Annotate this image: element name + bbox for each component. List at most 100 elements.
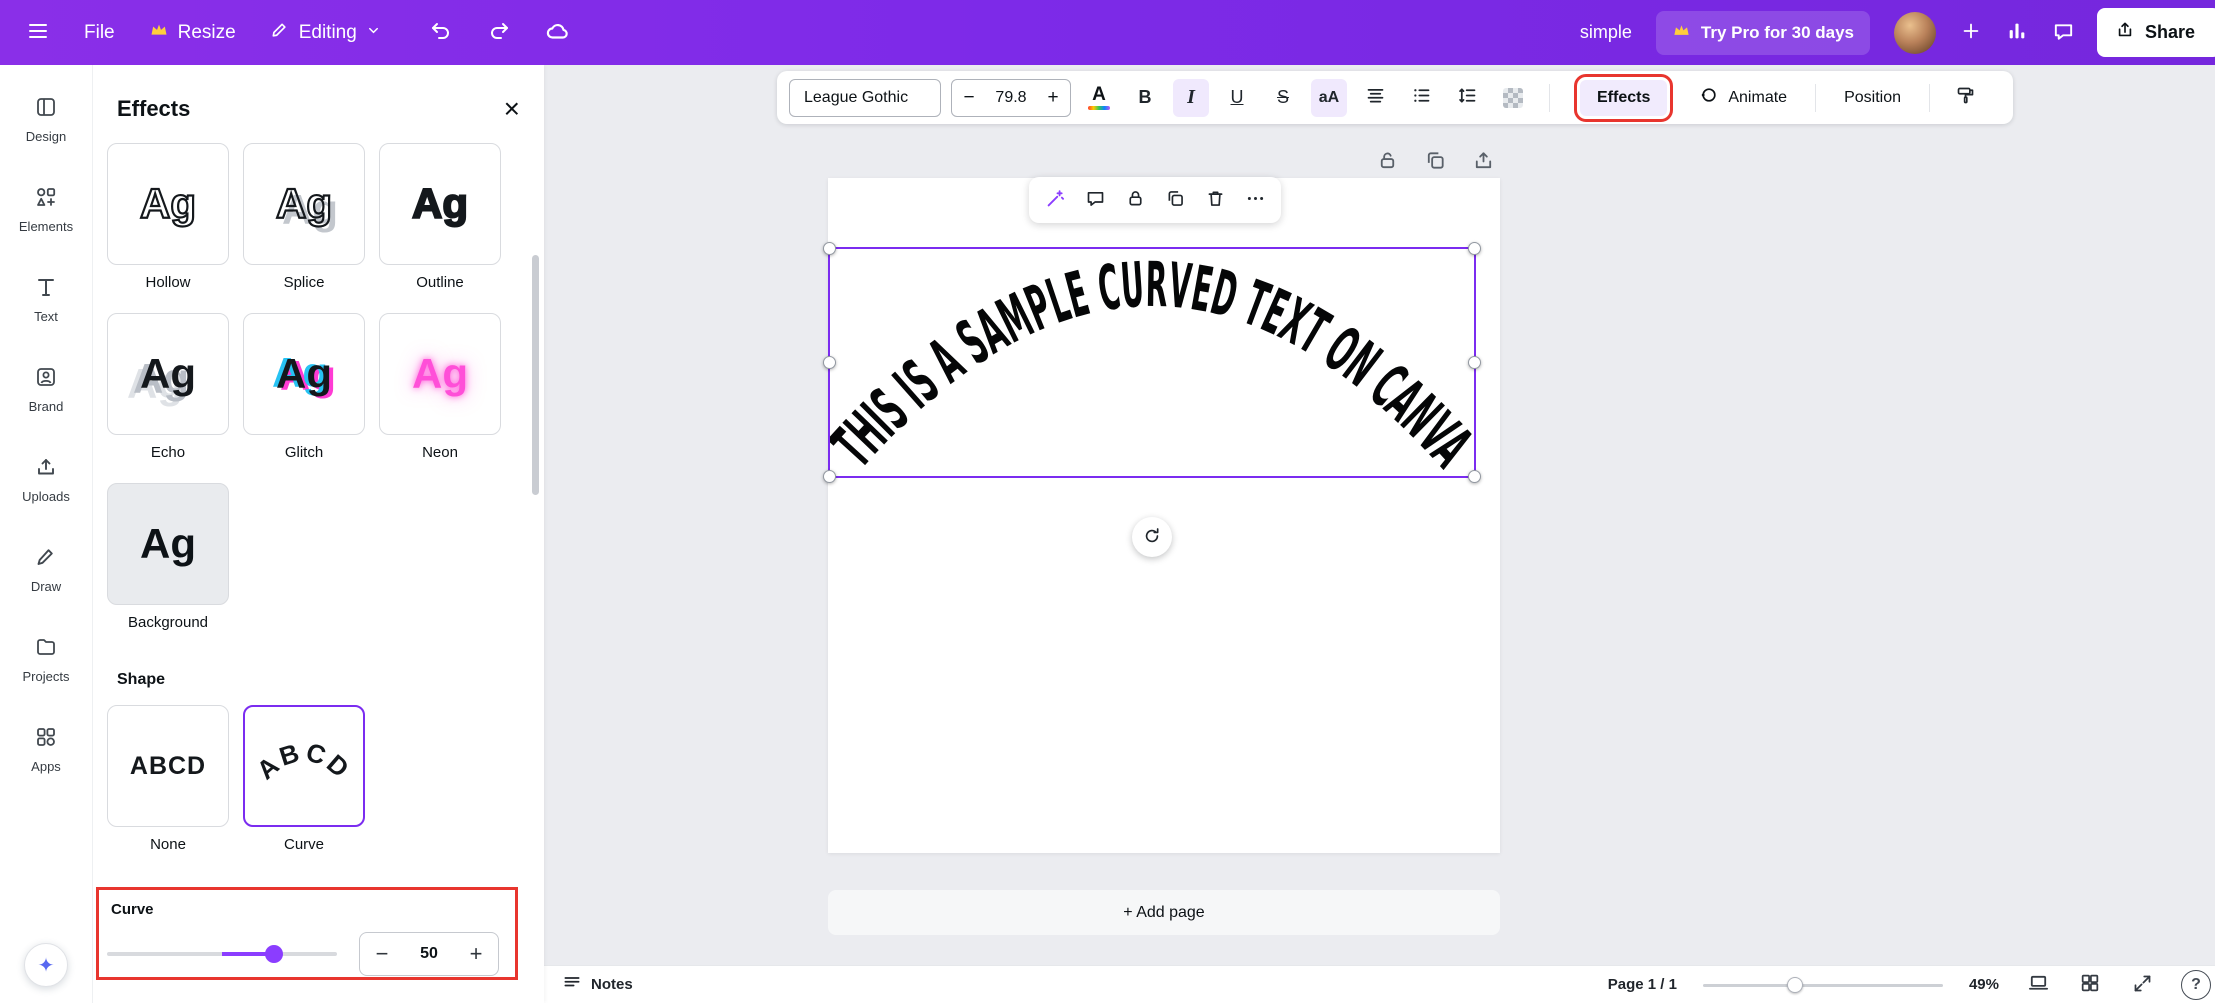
effect-card-glitch[interactable]: Ag Glitch [243,313,365,461]
effect-sample: Ag [140,350,196,397]
resize-handle-mid-left[interactable] [823,355,836,369]
editing-mode-button[interactable]: Editing [270,20,381,46]
lock-element-button[interactable] [1118,182,1152,218]
zoom-level[interactable]: 49% [1969,976,1999,993]
sidebar-item-design[interactable]: Design [4,79,88,159]
text-case-button[interactable]: aA [1311,78,1347,117]
duplicate-icon [1424,149,1447,175]
zoom-slider-thumb[interactable] [1786,976,1803,993]
resize-handle-top-left[interactable] [823,242,836,255]
rotate-handle[interactable] [1132,517,1172,557]
copy-style-button[interactable] [1948,79,1984,117]
chevron-down-icon [366,22,381,44]
resize-handle-mid-right[interactable] [1468,355,1481,369]
italic-button[interactable]: I [1173,78,1209,117]
avatar[interactable] [1894,11,1936,54]
more-options-button[interactable] [1238,182,1272,218]
sidebar-item-projects[interactable]: Projects [4,619,88,699]
effect-card-hollow[interactable]: Ag Hollow [107,143,229,291]
shape-card-none[interactable]: ABCD None [107,705,229,853]
add-page-button[interactable]: + Add page [828,890,1500,935]
spacing-button[interactable] [1449,79,1485,117]
file-menu-button[interactable]: File [84,22,115,44]
duplicate-page-button[interactable] [1422,149,1448,175]
effect-card-splice[interactable]: Ag Splice [243,143,365,291]
document-title[interactable]: simple [1580,22,1632,43]
help-button[interactable]: ? [2181,969,2211,1000]
shape-card-curve[interactable]: ABCD Curve [243,705,365,853]
text-selection-box[interactable] [823,242,1481,483]
insights-button[interactable] [2006,20,2028,45]
effect-sample: Ag [411,180,469,227]
sidebar-item-uploads[interactable]: Uploads [4,439,88,519]
resize-handle-top-right[interactable] [1468,242,1481,255]
sidebar: Design Elements Text Brand Uploads Draw … [0,65,92,1003]
design-icon [34,95,58,122]
effect-sample: Ag [276,350,332,397]
move-page-button[interactable] [1470,149,1496,175]
canva-assistant-button[interactable]: ✦ [24,943,68,987]
grid-view-button[interactable] [2077,972,2103,998]
present-button[interactable] [2025,972,2051,998]
curve-increase-button[interactable]: + [454,941,498,967]
invite-members-button[interactable] [1960,20,1982,45]
delete-element-button[interactable] [1198,182,1232,218]
alignment-button[interactable] [1357,79,1393,117]
laptop-icon [2027,972,2050,998]
try-pro-button[interactable]: Try Pro for 30 days [1655,10,1870,55]
font-size-value[interactable]: 79.8 [986,89,1036,107]
comment-button[interactable] [1078,182,1112,218]
underline-button[interactable]: U [1219,79,1255,117]
effect-card-neon[interactable]: Ag Neon [379,313,501,461]
resize-handle-bottom-right[interactable] [1468,470,1481,483]
curve-slider-thumb[interactable] [265,945,283,963]
curve-decrease-button[interactable]: − [360,941,404,967]
sidebar-item-draw[interactable]: Draw [4,529,88,609]
svg-text:ABCD: ABCD [251,737,357,786]
cloud-save-status-button[interactable] [545,18,571,47]
magic-wand-icon [1044,188,1066,213]
effect-card-background[interactable]: Ag Background [107,483,229,631]
panel-scrollbar[interactable] [532,255,539,495]
duplicate-element-button[interactable] [1158,182,1192,218]
sidebar-item-elements[interactable]: Elements [4,169,88,249]
magic-edit-button[interactable] [1038,182,1072,218]
comment-bubble-icon [1085,188,1106,212]
bar-chart-icon [2006,20,2028,45]
effect-card-outline[interactable]: Ag Outline [379,143,501,291]
effect-sample: Ag [140,520,196,567]
transparency-button[interactable] [1495,79,1531,117]
upload-icon [34,455,58,482]
zoom-slider[interactable] [1702,976,1943,993]
comments-button[interactable] [2052,20,2075,46]
fullscreen-button[interactable] [2129,972,2155,998]
notes-button[interactable]: Notes [562,973,633,997]
grid-view-icon [2079,972,2101,997]
font-size-increase-button[interactable]: + [1036,87,1070,109]
main-menu-button[interactable] [26,19,50,46]
resize-handle-bottom-left[interactable] [823,470,836,483]
sidebar-item-brand[interactable]: Brand [4,349,88,429]
position-button[interactable]: Position [1834,89,1911,107]
close-panel-button[interactable]: × [504,95,520,123]
lock-page-button[interactable] [1374,149,1400,175]
animate-button[interactable]: Animate [1689,85,1797,110]
redo-button[interactable] [487,19,511,46]
sidebar-item-apps[interactable]: Apps [4,709,88,789]
curve-value[interactable]: 50 [404,945,454,963]
effect-card-echo[interactable]: Ag Echo [107,313,229,461]
share-button[interactable]: Share [2096,8,2215,57]
undo-button[interactable] [429,19,453,46]
curve-slider[interactable] [107,945,337,963]
status-bar: Notes Page 1 / 1 49% ? [544,965,2215,1003]
font-family-selector[interactable]: League Gothic [789,78,941,117]
list-button[interactable] [1403,79,1439,117]
strikethrough-button[interactable]: S [1265,79,1301,117]
sidebar-item-text[interactable]: Text [4,259,88,339]
page-indicator: Page 1 / 1 [1607,976,1677,993]
text-color-button[interactable]: A [1081,79,1117,117]
resize-button[interactable]: Resize [149,20,236,46]
font-size-decrease-button[interactable]: − [952,87,986,109]
effects-button[interactable]: Effects [1573,73,1674,122]
bold-button[interactable]: B [1127,79,1163,117]
